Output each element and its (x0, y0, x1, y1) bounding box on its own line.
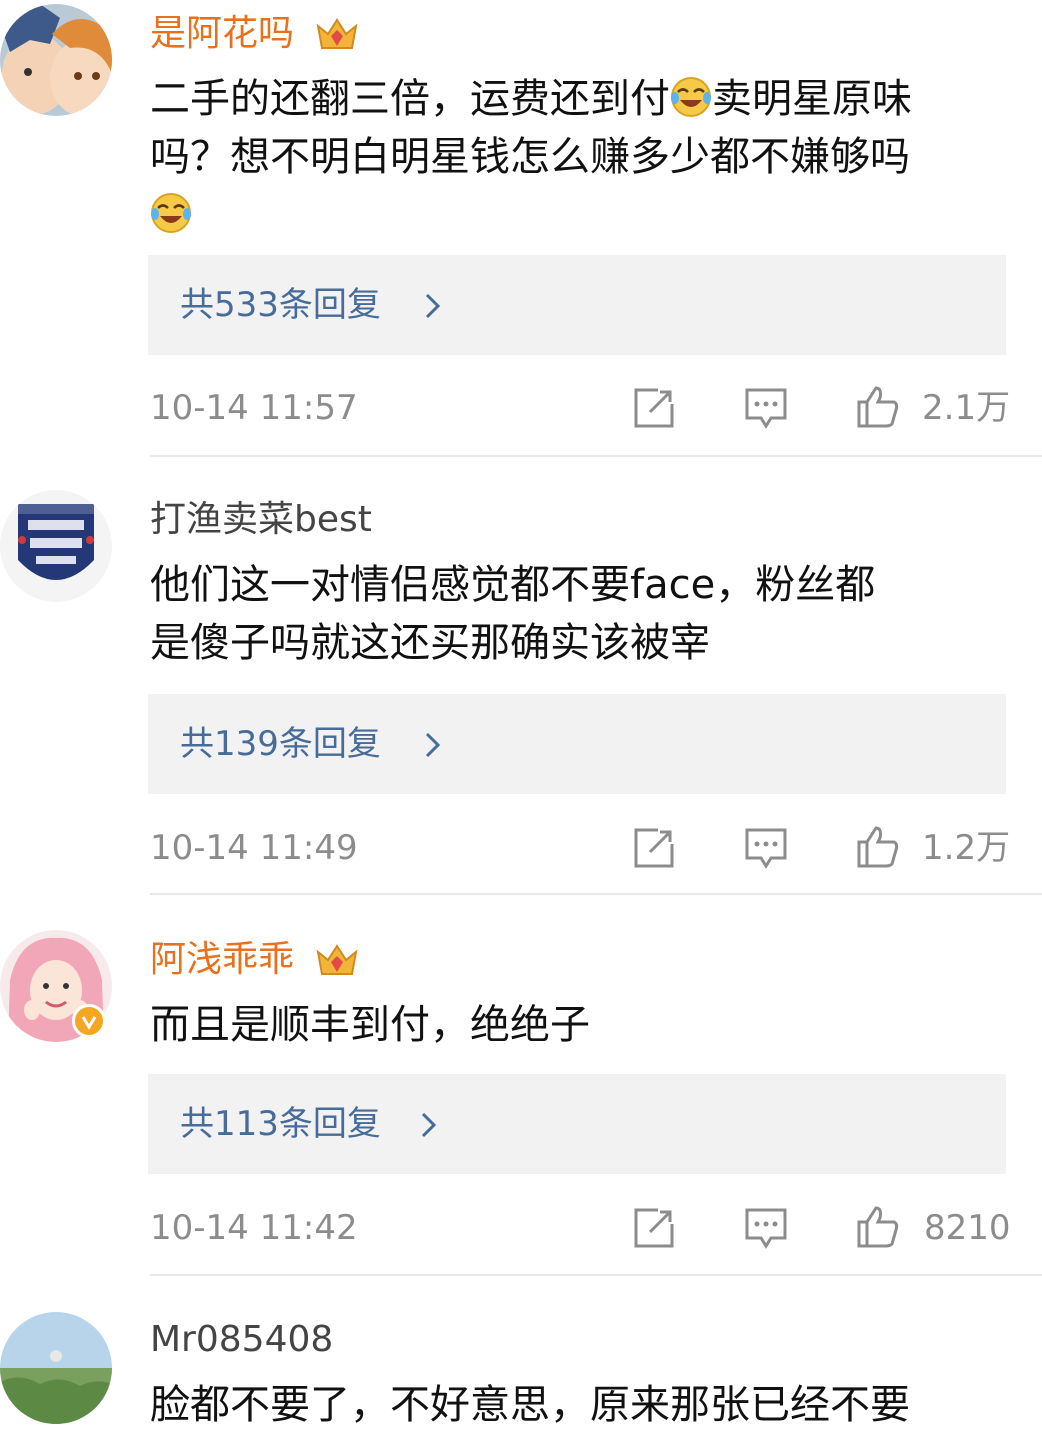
comment-text: 他们这一对情侣感觉都不要face，粉丝都 是傻子吗就这还买那确实该被宰 (150, 562, 876, 666)
username[interactable]: 是阿花吗 (150, 12, 294, 56)
comment-text: 脸都不要了，不好意思，原来那张已经不要 (150, 1382, 910, 1428)
share-icon[interactable] (632, 826, 676, 870)
divider (150, 455, 1042, 457)
replies-count-label: 共139条回复 (180, 724, 381, 764)
verified-badge-icon (72, 1004, 106, 1038)
like-count: 1.2万 (922, 828, 1011, 868)
chevron-right-icon (421, 1112, 437, 1138)
replies-count-label: 共113条回复 (180, 1104, 381, 1144)
timestamp: 10-14 11:42 (150, 1208, 358, 1248)
thumbs-up-icon[interactable] (856, 384, 900, 428)
divider (150, 1274, 1042, 1276)
comment-icon[interactable] (744, 1206, 788, 1250)
like-count: 8210 (924, 1208, 1011, 1248)
crown-level-icon (316, 944, 358, 975)
timestamp: 10-14 11:49 (150, 828, 358, 868)
comment-text: 二手的还翻三倍，运费还到付 卖明星原味 吗？想不明白明星钱怎么赚多少都不嫌够吗 (150, 70, 1020, 244)
comment-text: 而且是顺丰到付，绝绝子 (150, 1002, 590, 1048)
avatar[interactable] (0, 4, 112, 116)
avatar[interactable] (0, 1312, 112, 1424)
like-count: 2.1万 (922, 388, 1011, 428)
crown-level-icon (316, 18, 358, 49)
replies-button[interactable]: 共113条回复 (148, 1074, 1006, 1174)
chevron-right-icon (425, 732, 441, 758)
username[interactable]: 打渔卖菜best (150, 498, 372, 542)
replies-count-label: 共533条回复 (180, 285, 381, 325)
username[interactable]: Mr085408 (150, 1318, 333, 1362)
comment-icon[interactable] (744, 826, 788, 870)
share-icon[interactable] (632, 1206, 676, 1250)
replies-button[interactable]: 共533条回复 (148, 255, 1006, 355)
share-icon[interactable] (632, 386, 676, 430)
laughing-crying-emoji-icon (151, 193, 191, 233)
username[interactable]: 阿浅乖乖 (150, 938, 294, 982)
thumbs-up-icon[interactable] (856, 824, 900, 868)
laughing-crying-emoji-icon (671, 77, 711, 117)
avatar[interactable] (0, 490, 112, 602)
thumbs-up-icon[interactable] (856, 1204, 900, 1248)
chevron-right-icon (425, 293, 441, 319)
comment-icon[interactable] (744, 386, 788, 430)
divider (150, 893, 1042, 895)
timestamp: 10-14 11:57 (150, 388, 358, 428)
replies-button[interactable]: 共139条回复 (148, 694, 1006, 794)
